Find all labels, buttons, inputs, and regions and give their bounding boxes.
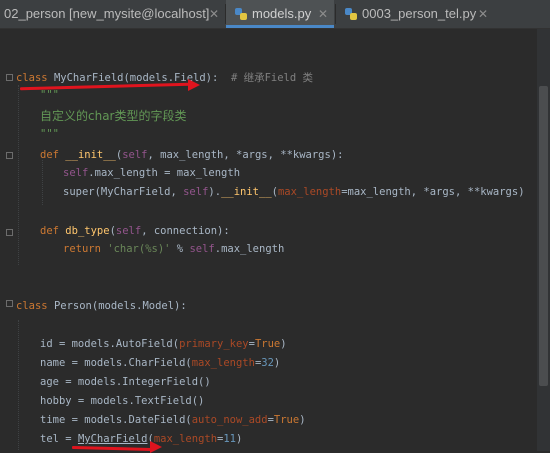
- code-line[interactable]: def __init__(self, max_length, *args, **…: [40, 146, 343, 164]
- fold-marker-icon[interactable]: [6, 152, 13, 159]
- tab-02-person[interactable]: 02_person [new_mysite@localhost] ✕: [0, 0, 224, 28]
- close-icon[interactable]: ✕: [478, 0, 488, 28]
- annotation-arrowhead: [188, 79, 200, 91]
- tab-models-py[interactable]: models.py ✕: [226, 0, 334, 28]
- code-line[interactable]: self.max_length = max_length: [63, 164, 240, 182]
- docstring: 自定义的char类型的字段类: [40, 109, 187, 123]
- close-icon[interactable]: ✕: [209, 0, 219, 28]
- python-file-icon: [235, 8, 247, 20]
- close-icon[interactable]: ✕: [318, 0, 328, 28]
- tab-0003-person-tel[interactable]: 0003_person_tel.py ✕: [336, 0, 496, 28]
- tab-label: 02_person [new_mysite@localhost]: [4, 6, 210, 21]
- scrollbar-thumb[interactable]: [539, 86, 548, 386]
- fold-marker-icon[interactable]: [6, 229, 13, 236]
- code-line[interactable]: tel = MyCharField(max_length=11): [40, 430, 242, 448]
- python-file-icon: [345, 8, 357, 20]
- code-line[interactable]: return 'char(%s)' % self.max_length: [63, 240, 284, 258]
- code-line[interactable]: def db_type(self, connection):: [40, 222, 230, 240]
- code-line[interactable]: class Person(models.Model):: [16, 297, 187, 315]
- code-line[interactable]: id = models.AutoField(primary_key=True): [40, 335, 287, 353]
- code-line[interactable]: age = models.IntegerField(): [40, 373, 211, 391]
- docstring: """: [40, 128, 59, 140]
- code-line[interactable]: super(MyCharField, self).__init__(max_le…: [63, 183, 525, 201]
- fold-marker-icon[interactable]: [6, 300, 13, 307]
- fold-marker-icon[interactable]: [6, 74, 13, 81]
- code-line[interactable]: hobby = models.TextField(): [40, 392, 204, 410]
- annotation-arrowhead: [150, 441, 162, 453]
- tab-bar: 02_person [new_mysite@localhost] ✕ model…: [0, 0, 550, 29]
- code-line[interactable]: time = models.DateField(auto_now_add=Tru…: [40, 411, 306, 429]
- code-line[interactable]: name = models.CharField(max_length=32): [40, 354, 280, 372]
